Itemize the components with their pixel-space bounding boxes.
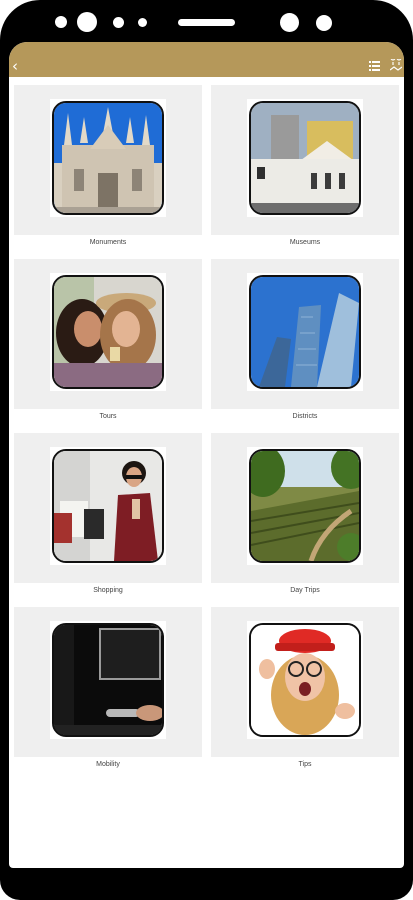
category-label: Monuments: [14, 235, 202, 251]
category-card-districts[interactable]: Districts: [211, 259, 399, 425]
category-label: Day Trips: [211, 583, 399, 599]
category-card-museums[interactable]: Museums: [211, 85, 399, 251]
category-label: Tours: [14, 409, 202, 425]
proximity-sensor: [113, 17, 124, 28]
category-card-tours[interactable]: Tours: [14, 259, 202, 425]
front-camera: [77, 12, 97, 32]
category-label: Tips: [211, 757, 399, 773]
earpiece-speaker: [178, 19, 235, 26]
category-card-shopping[interactable]: Shopping: [14, 433, 202, 599]
secondary-camera: [280, 13, 299, 32]
thumbnail-frame: [247, 621, 363, 739]
thumbnail-frame: [50, 273, 166, 391]
light-sensor: [138, 18, 147, 27]
thumbnail-frame: [50, 99, 166, 217]
skyscrapers-photo: [249, 275, 361, 389]
thumbnail-frame: [50, 447, 166, 565]
category-card-day-trips[interactable]: Day Trips: [211, 433, 399, 599]
friends-smartphone-photo: [52, 275, 164, 389]
app-screen: ‹ Monuments Museums Tours Districts Shop…: [9, 42, 404, 868]
thumbnail-frame: [247, 273, 363, 391]
top-bar: ‹: [9, 42, 404, 77]
list-icon[interactable]: [369, 61, 380, 71]
surprised-woman-photo: [249, 623, 361, 737]
category-label: Mobility: [14, 757, 202, 773]
thumbnail-frame: [247, 447, 363, 565]
flash-sensor: [316, 15, 332, 31]
category-card-monuments[interactable]: Monuments: [14, 85, 202, 251]
category-label: Shopping: [14, 583, 202, 599]
museum-building-photo: [249, 101, 361, 215]
thumbnail-frame: [247, 99, 363, 217]
category-card-mobility[interactable]: Mobility: [14, 607, 202, 773]
vineyard-photo: [249, 449, 361, 563]
category-label: Museums: [211, 235, 399, 251]
shopping-woman-photo: [52, 449, 164, 563]
category-card-tips[interactable]: Tips: [211, 607, 399, 773]
car-door-photo: [52, 623, 164, 737]
category-label: Districts: [211, 409, 399, 425]
cathedral-photo: [52, 101, 164, 215]
camera-sensor: [55, 16, 67, 28]
chevron-left-icon[interactable]: ‹: [9, 58, 21, 74]
phone-frame: ‹ Monuments Museums Tours Districts Shop…: [0, 0, 413, 900]
thumbnail-frame: [50, 621, 166, 739]
map-icon[interactable]: [390, 59, 402, 71]
